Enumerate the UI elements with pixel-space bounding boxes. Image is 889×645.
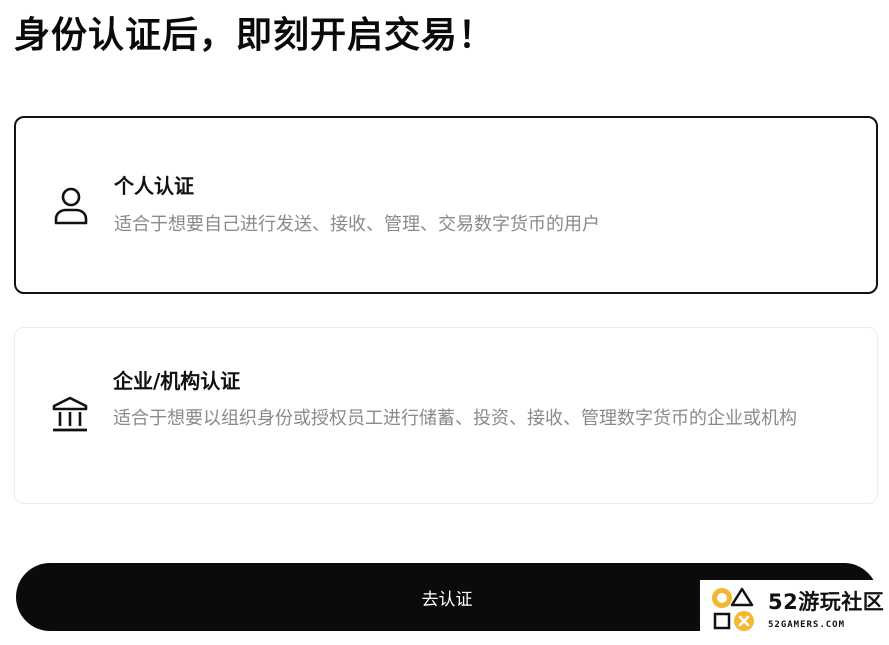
card-title: 企业/机构认证: [113, 369, 241, 393]
page-title: 身份认证后，即刻开启交易！: [14, 15, 496, 56]
user-icon: [52, 186, 90, 226]
watermark-site: 52GAMERS.COM: [768, 620, 846, 630]
watermark-logo: 52游玩社区 52GAMERS.COM: [700, 580, 889, 636]
watermark-name: 52游玩社区: [768, 590, 885, 614]
card-description: 适合于想要自己进行发送、接收、管理、交易数字货币的用户: [114, 214, 600, 235]
business-verification-card[interactable]: 企业/机构认证 适合于想要以组织身份或授权员工进行储蓄、投资、接收、管理数字货币…: [14, 327, 878, 504]
bank-icon: [51, 395, 89, 435]
card-description: 适合于想要以组织身份或授权员工进行储蓄、投资、接收、管理数字货币的企业或机构: [113, 408, 797, 429]
card-title: 个人认证: [114, 174, 194, 198]
personal-verification-card[interactable]: 个人认证 适合于想要自己进行发送、接收、管理、交易数字货币的用户: [14, 116, 878, 294]
gamepad-symbols-icon: [712, 587, 754, 631]
